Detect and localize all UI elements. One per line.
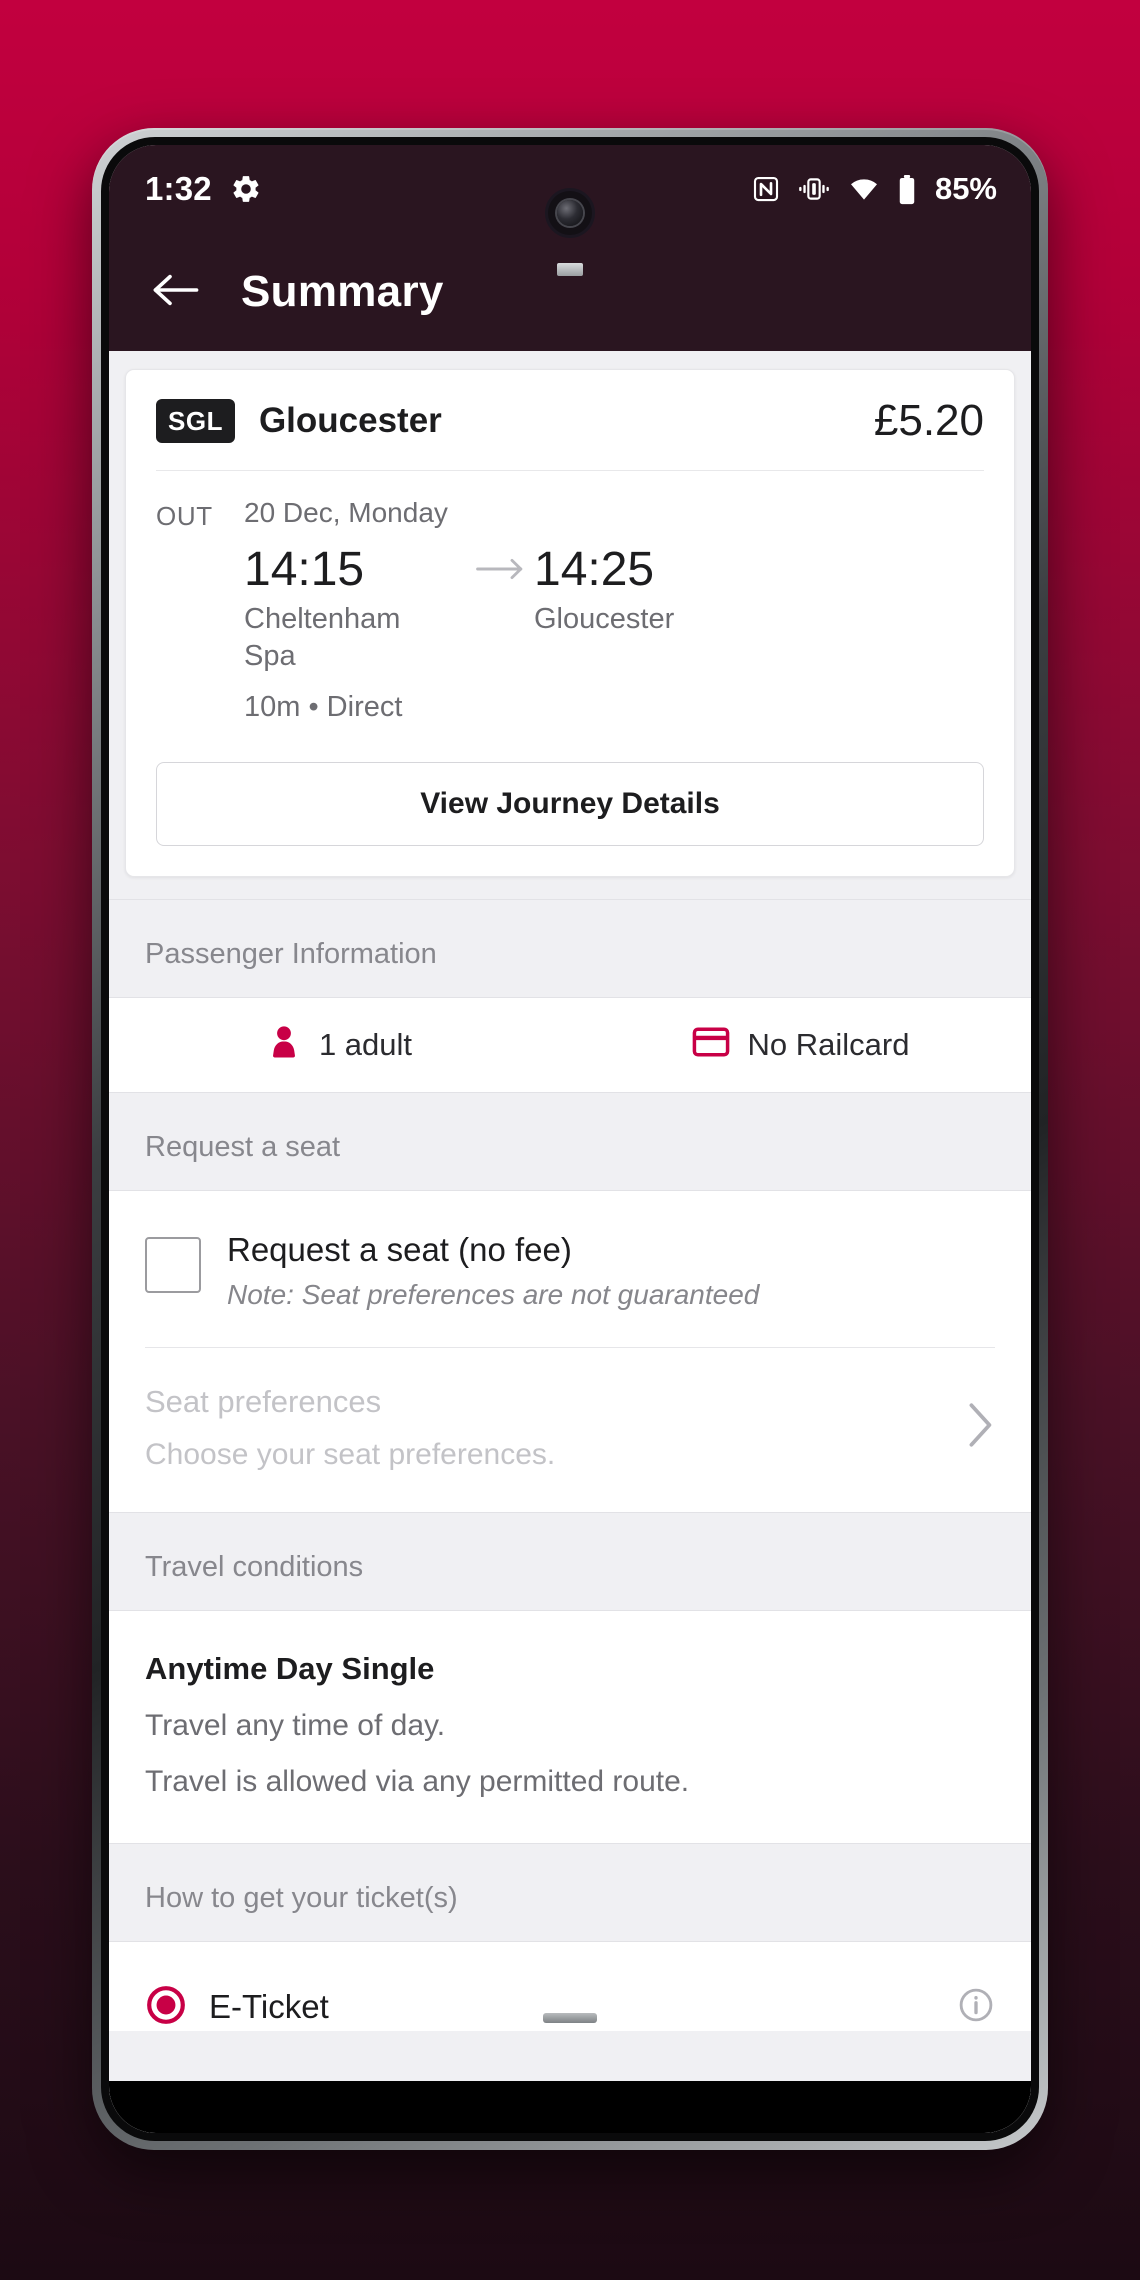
arrival-time: 14:25: [534, 543, 655, 596]
ticket-delivery-header: How to get your ticket(s): [109, 1843, 1031, 1942]
seat-preferences-texts: Seat preferences Choose your seat prefer…: [145, 1384, 965, 1472]
arrow-right-icon: [466, 543, 534, 581]
leg-direction-label: OUT: [156, 501, 213, 531]
ticket-price: £5.20: [873, 396, 984, 445]
leg-body: 20 Dec, Monday 14:15 Cheltenham Spa 14:2…: [244, 497, 984, 724]
condition-line: Travel is allowed via any permitted rout…: [145, 1764, 690, 1798]
eticket-label: E-Ticket: [209, 1988, 329, 2026]
info-icon[interactable]: [957, 1986, 995, 2029]
leg-date: 20 Dec, Monday: [244, 497, 448, 528]
seat-preferences-row[interactable]: Seat preferences Choose your seat prefer…: [109, 1348, 1031, 1512]
leg-times-row: 14:15 Cheltenham Spa 14:25 Gloucester: [244, 543, 984, 675]
back-button[interactable]: [145, 261, 207, 323]
ticket-type-badge: SGL: [156, 399, 235, 443]
battery-icon: [897, 174, 917, 205]
request-seat-checkbox-row[interactable]: Request a seat (no fee) Note: Seat prefe…: [109, 1191, 1031, 1347]
vibrate-icon: [797, 174, 831, 204]
ticket-summary-card: SGL Gloucester £5.20 OUT 20 Dec, Monday …: [125, 369, 1015, 877]
travel-conditions-body: Anytime Day Single Travel any time of da…: [109, 1610, 1031, 1844]
eticket-option-row[interactable]: E-Ticket: [145, 1984, 995, 2031]
seat-preferences-subtitle: Choose your seat preferences.: [145, 1437, 556, 1471]
phone-screen: 1:32 85% Summary SGL Gloucester £5.20 OU…: [109, 145, 1031, 2133]
phone-bezel: 1:32 85% Summary SGL Gloucester £5.20 OU…: [101, 137, 1039, 2141]
app-bar: Summary: [109, 233, 1031, 351]
chevron-right-icon: [965, 1401, 995, 1454]
departure-time: 14:15: [244, 543, 365, 596]
arrival-block: 14:25 Gloucester: [534, 543, 756, 638]
status-bar-right: 85%: [751, 171, 997, 207]
view-journey-details-button[interactable]: View Journey Details: [156, 761, 984, 846]
departure-station: Cheltenham Spa: [244, 602, 401, 672]
front-camera: [548, 191, 592, 235]
status-time: 1:32: [145, 170, 212, 207]
travel-conditions-header: Travel conditions: [109, 1511, 1031, 1611]
status-bar-left: 1:32: [145, 170, 262, 208]
seat-preferences-title: Seat preferences: [145, 1383, 382, 1419]
passenger-information-header: Passenger Information: [109, 898, 1031, 998]
scroll-content[interactable]: SGL Gloucester £5.20 OUT 20 Dec, Monday …: [109, 351, 1031, 2133]
system-navigation-bar: [109, 2081, 1031, 2133]
earpiece-speaker: [557, 263, 583, 276]
radio-selected-icon[interactable]: [145, 1984, 187, 2031]
adult-count-cell[interactable]: 1 adult: [109, 1024, 570, 1065]
page-title: Summary: [241, 267, 444, 316]
bottom-port: [543, 2013, 597, 2023]
request-seat-label: Request a seat (no fee): [227, 1230, 572, 1268]
phone-device: 1:32 85% Summary SGL Gloucester £5.20 OU…: [92, 128, 1048, 2150]
duration-and-changes: 10m • Direct: [244, 690, 403, 723]
railcard-icon: [692, 1026, 730, 1063]
back-arrow-icon: [152, 270, 200, 315]
nfc-icon: [751, 174, 781, 204]
departure-block: 14:15 Cheltenham Spa: [244, 543, 466, 675]
outbound-leg: OUT 20 Dec, Monday 14:15 Cheltenham Spa: [156, 497, 984, 724]
request-a-seat-header: Request a seat: [109, 1092, 1031, 1191]
railcard-label: No Railcard: [747, 1026, 910, 1062]
request-seat-note: Note: Seat preferences are not guarantee…: [227, 1278, 760, 1310]
arrival-station: Gloucester: [534, 602, 675, 635]
passenger-icon: [267, 1024, 301, 1065]
request-seat-checkbox[interactable]: [145, 1236, 201, 1293]
fare-name: Anytime Day Single: [145, 1650, 435, 1686]
passenger-summary-row[interactable]: 1 adult No Railcard: [109, 997, 1031, 1093]
adult-count-label: 1 adult: [318, 1026, 413, 1062]
wallpaper-background: 1:32 85% Summary SGL Gloucester £5.20 OU…: [0, 0, 1140, 2280]
ticket-destination: Gloucester: [258, 401, 442, 440]
status-bar: 1:32 85%: [109, 145, 1031, 235]
gear-icon: [230, 173, 262, 205]
railcard-cell[interactable]: No Railcard: [570, 1026, 1031, 1063]
condition-line: Travel any time of day.: [145, 1708, 446, 1742]
wifi-icon: [847, 174, 881, 204]
request-a-seat-panel: Request a seat (no fee) Note: Seat prefe…: [109, 1190, 1031, 1512]
request-seat-texts: Request a seat (no fee) Note: Seat prefe…: [227, 1231, 759, 1311]
battery-percent: 85%: [934, 171, 997, 206]
ticket-card-header: SGL Gloucester £5.20: [156, 396, 984, 471]
